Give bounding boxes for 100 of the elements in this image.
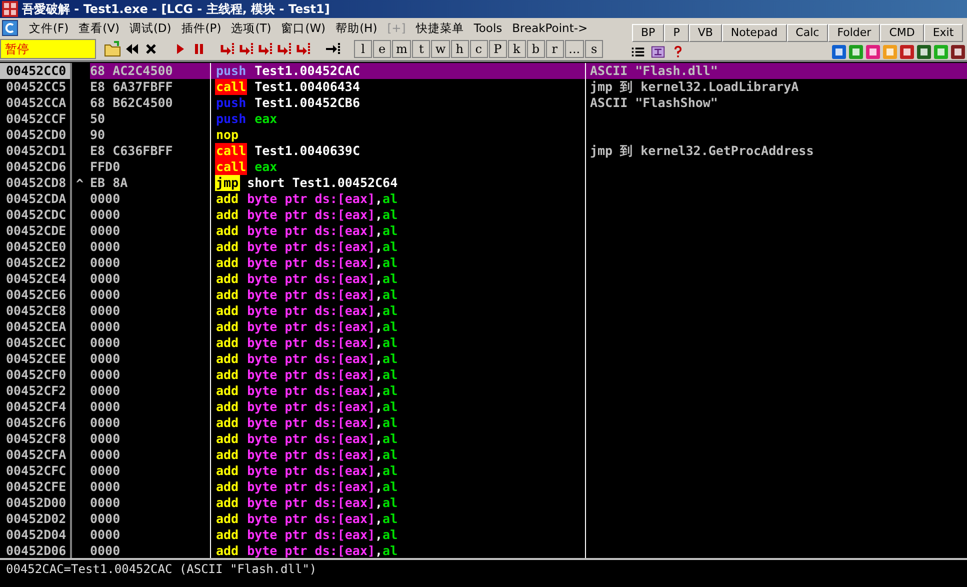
mnemonic: add: [215, 239, 240, 255]
operand: ,: [375, 479, 383, 495]
c-logo-icon[interactable]: [2, 20, 18, 36]
address-cell: 00452CF0: [0, 367, 72, 383]
operand: byte ptr ds:[eax]: [247, 511, 376, 527]
mnemonic: add: [215, 191, 240, 207]
mnemonic: add: [215, 447, 240, 463]
quick-button[interactable]: BP: [632, 24, 664, 42]
toolbar-button[interactable]: c: [470, 40, 488, 58]
jump-mark: ^: [76, 176, 84, 190]
step-icon[interactable]: [238, 41, 256, 57]
hex-cell: 0000: [90, 207, 120, 222]
hex-cell: 0000: [90, 239, 120, 254]
operand: ,: [375, 527, 383, 543]
operand: ,: [375, 303, 383, 319]
operand: byte ptr ds:[eax]: [247, 479, 376, 495]
step-icon[interactable]: [219, 41, 237, 57]
step-arrow-icon[interactable]: [324, 41, 342, 57]
comment-cell: ASCII "FlashShow": [590, 95, 718, 110]
address-cell: 00452CE8: [0, 303, 72, 319]
operand: al: [382, 239, 398, 255]
toolbar-button[interactable]: r: [546, 40, 564, 58]
hex-cell: EB 8A: [90, 175, 128, 190]
mnemonic: add: [215, 271, 240, 287]
operand: al: [382, 447, 398, 463]
menu-item[interactable]: 窗口(W): [276, 20, 331, 36]
operand: Test1.00452CB6: [254, 95, 360, 111]
operand: byte ptr ds:[eax]: [247, 351, 376, 367]
address-cell: 00452CF6: [0, 415, 72, 431]
address-cell: 00452CEA: [0, 319, 72, 335]
menu-item[interactable]: 调试(D): [124, 20, 176, 36]
hex-cell: 0000: [90, 415, 120, 430]
folder-icon[interactable]: [104, 41, 122, 57]
operand: byte ptr ds:[eax]: [247, 415, 376, 431]
toolbar-button[interactable]: s: [585, 40, 604, 58]
operand: al: [382, 527, 398, 543]
menu-item[interactable]: BreakPoint->: [507, 21, 593, 35]
mnemonic: add: [215, 223, 240, 239]
quick-button[interactable]: Notepad: [722, 24, 787, 42]
hex-cell: 0000: [90, 255, 120, 270]
address-cell: 00452CFA: [0, 447, 72, 463]
toolbar-button[interactable]: t: [412, 40, 430, 58]
toolbar-button[interactable]: h: [450, 40, 469, 58]
address-cell: 00452CF8: [0, 431, 72, 447]
hex-cell: 0000: [90, 543, 120, 558]
quick-button[interactable]: Exit: [924, 24, 963, 42]
operand: Test1.00452CAC: [254, 63, 360, 79]
operand: al: [382, 383, 398, 399]
menu-item[interactable]: 插件(P): [176, 20, 226, 36]
mnemonic: add: [215, 335, 240, 351]
quick-button[interactable]: Folder: [828, 24, 880, 42]
comment-cell: jmp 到 kernel32.GetProcAddress: [590, 143, 814, 158]
operand: ,: [375, 447, 383, 463]
address-cell: 00452CF2: [0, 383, 72, 399]
operand: byte ptr ds:[eax]: [247, 239, 376, 255]
operand: byte ptr ds:[eax]: [247, 255, 376, 271]
mnemonic: push: [215, 95, 248, 111]
step-icon[interactable]: [295, 41, 313, 57]
toolbar-button[interactable]: m: [392, 40, 412, 58]
toolbar-button[interactable]: l: [354, 40, 372, 58]
toolbar-button[interactable]: b: [526, 40, 545, 58]
hex-cell: 0000: [90, 287, 120, 302]
operand: eax: [254, 111, 278, 127]
comment-cell: ASCII "Flash.dll": [590, 63, 718, 78]
toolbar-button[interactable]: P: [488, 40, 507, 58]
quick-button[interactable]: CMD: [880, 24, 924, 42]
menu-item[interactable]: 文件(F): [24, 20, 74, 36]
mnemonic: add: [215, 287, 240, 303]
address-cell: 00452CDE: [0, 223, 72, 239]
operand: al: [382, 351, 398, 367]
step-icon[interactable]: [257, 41, 275, 57]
operand: ,: [375, 543, 383, 558]
toolbar-button[interactable]: ...: [564, 40, 584, 58]
mnemonic: jmp: [215, 175, 240, 191]
hex-cell: 0000: [90, 383, 120, 398]
mnemonic: add: [215, 495, 240, 511]
operand: al: [382, 223, 398, 239]
toolbar-button[interactable]: k: [508, 40, 526, 58]
quick-button[interactable]: P: [664, 24, 689, 42]
menu-item[interactable]: 查看(V): [74, 20, 124, 36]
menu-item[interactable]: 选项(T): [226, 20, 276, 36]
menu-item[interactable]: 快捷菜单: [410, 20, 469, 36]
mnemonic: push: [215, 111, 248, 127]
menu-item[interactable]: 帮助(H): [330, 20, 382, 36]
hex-cell: 0000: [90, 319, 120, 334]
hex-cell: 68 B62C4500: [90, 95, 173, 110]
step-icon[interactable]: [276, 41, 294, 57]
hex-cell: 0000: [90, 223, 120, 238]
operand: ,: [375, 463, 383, 479]
operand: al: [382, 303, 398, 319]
toolbar-button[interactable]: w: [431, 40, 450, 58]
operand: byte ptr ds:[eax]: [247, 287, 376, 303]
operand: byte ptr ds:[eax]: [247, 335, 376, 351]
quick-button[interactable]: VB: [688, 24, 722, 42]
comment-cell: jmp 到 kernel32.LoadLibraryA: [590, 79, 799, 94]
quick-button[interactable]: Calc: [786, 24, 828, 42]
mnemonic: add: [215, 319, 240, 335]
toolbar-button[interactable]: e: [373, 40, 391, 58]
operand: al: [382, 479, 398, 495]
menu-item[interactable]: Tools: [468, 21, 508, 35]
